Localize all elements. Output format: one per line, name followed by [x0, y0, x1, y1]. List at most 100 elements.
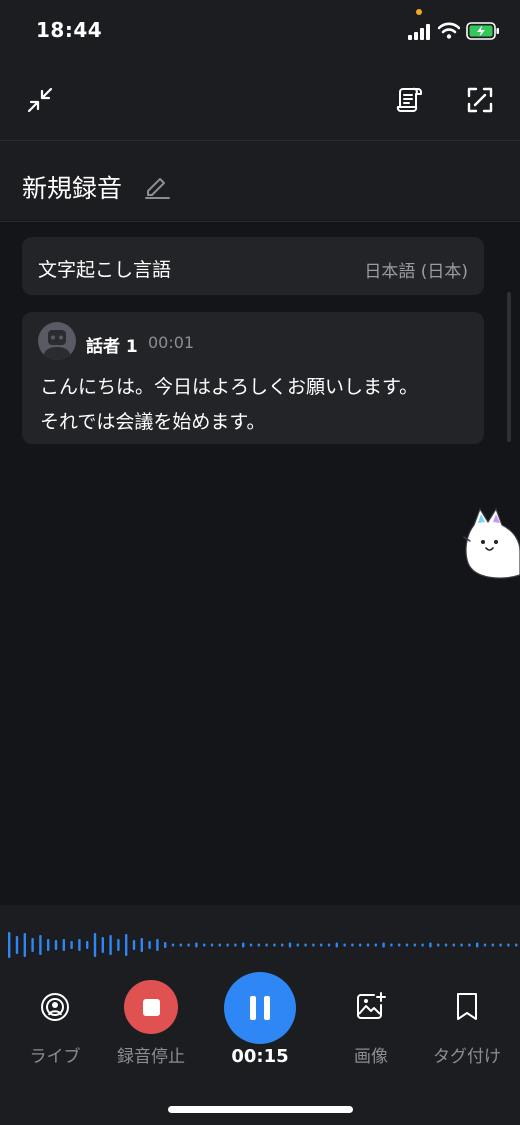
waveform-bar [452, 943, 455, 947]
pause-button[interactable]: 00:15 [222, 972, 298, 1067]
stop-icon [124, 980, 178, 1034]
recording-controls-panel: ライブ 録音停止 00:15 画像 タグ付け [0, 905, 520, 1125]
add-image-icon [357, 992, 386, 1019]
waveform-bar [359, 943, 362, 947]
waveform-bar [288, 942, 292, 948]
waveform-bar [156, 939, 159, 951]
top-toolbar [0, 62, 520, 141]
stop-recording-button[interactable]: 録音停止 [111, 980, 191, 1067]
image-label: 画像 [354, 1047, 388, 1067]
waveform-bar [382, 942, 385, 948]
battery-charging-icon [466, 22, 499, 40]
waveform-bar [413, 943, 416, 947]
home-indicator[interactable] [168, 1106, 353, 1113]
expand-button[interactable] [464, 84, 496, 116]
transcript-card: 話者 1 00:01 こんにちは。今日はよろしくお願いします。 それでは会議を始… [22, 312, 484, 444]
waveform-bar [210, 943, 214, 947]
cat-mascot-icon[interactable] [462, 505, 520, 580]
waveform-bar [15, 936, 19, 954]
waveform-bar [304, 943, 307, 947]
waveform-bar [437, 943, 440, 947]
waveform-bar [491, 943, 494, 947]
transcript-line: こんにちは。今日はよろしくお願いします。 [40, 376, 419, 398]
tag-label: タグ付け [433, 1047, 501, 1067]
waveform-bar [125, 934, 128, 956]
waveform-bar [296, 943, 299, 947]
live-label: ライブ [29, 1047, 81, 1067]
stop-label: 録音停止 [117, 1047, 185, 1067]
edit-icon[interactable] [143, 172, 171, 200]
waveform-bar [366, 943, 370, 947]
waveform-bar [140, 938, 143, 952]
waveform-bar [374, 943, 377, 947]
waveform-bar [242, 942, 245, 948]
waveform-bar [31, 938, 34, 952]
tag-button[interactable]: タグ付け [428, 980, 506, 1067]
status-bar: 18:44 [0, 0, 520, 62]
waveform-bar [101, 937, 104, 953]
waveform-bar [499, 943, 502, 947]
waveform-bar [62, 939, 65, 951]
recording-title-row: 新規録音 [0, 141, 520, 222]
waveform-bar [132, 940, 136, 950]
notes-button[interactable] [394, 84, 426, 116]
language-label: 文字起こし言語 [38, 259, 172, 281]
waveform-bar [187, 943, 190, 947]
waveform-bar [171, 943, 175, 947]
transcript-line: それでは会議を始めます。 [40, 411, 266, 433]
waveform-bar [460, 943, 463, 947]
waveform-bar [320, 943, 323, 947]
waveform-bar [335, 942, 338, 948]
live-button[interactable]: ライブ [22, 980, 88, 1067]
waveform-bar [203, 943, 206, 947]
waveform-bar [444, 943, 448, 947]
status-time: 18:44 [36, 18, 103, 42]
waveform-bar [109, 935, 112, 955]
waveform-bar [327, 943, 331, 947]
collapse-icon [27, 87, 53, 113]
scrollbar[interactable] [507, 292, 511, 442]
waveform-bar [468, 943, 471, 947]
waveform-bar [343, 943, 346, 947]
language-value: 日本語 (日本) [364, 262, 468, 282]
waveform-bar [515, 943, 518, 947]
waveform-bar [70, 941, 73, 949]
recording-title[interactable]: 新規録音 [22, 169, 122, 205]
waveform-bar [398, 943, 401, 947]
waveform-bar [78, 939, 81, 951]
notes-icon [396, 87, 422, 112]
transcription-language-row[interactable]: 文字起こし言語 日本語 (日本) [22, 237, 484, 295]
waveform-bar [265, 943, 268, 947]
waveform-bar [8, 932, 11, 958]
signal-icon [408, 24, 430, 40]
waveform-bar [39, 935, 42, 955]
waveform-bar [273, 943, 276, 947]
wifi-icon [438, 22, 460, 39]
collapse-button[interactable] [24, 84, 56, 116]
waveform-bar [164, 942, 167, 948]
waveform-bar [476, 942, 479, 948]
waveform-bar [249, 943, 253, 947]
pause-icon [224, 972, 296, 1044]
waveform-bar [351, 943, 354, 947]
waveform-bar [429, 942, 432, 948]
bookmark-icon [457, 993, 477, 1020]
privacy-indicator-dot [416, 9, 422, 15]
waveform-bar [312, 943, 315, 947]
waveform-bar [257, 943, 260, 947]
avatar [38, 322, 76, 360]
waveform-bar [483, 943, 487, 947]
waveform-bar [54, 940, 58, 950]
waveform-bar [281, 943, 284, 947]
speaker-name: 話者 1 [86, 337, 138, 357]
robot-avatar-icon [43, 330, 71, 360]
waveform-bar [23, 933, 26, 957]
waveform-bar [93, 933, 97, 957]
waveform-bar [507, 943, 510, 947]
waveform-bar [47, 939, 50, 951]
waveform-bar [390, 943, 393, 947]
waveform-bar [195, 942, 198, 948]
add-image-button[interactable]: 画像 [338, 980, 404, 1067]
waveform-bar [234, 943, 237, 947]
waveform-bar [226, 943, 229, 947]
